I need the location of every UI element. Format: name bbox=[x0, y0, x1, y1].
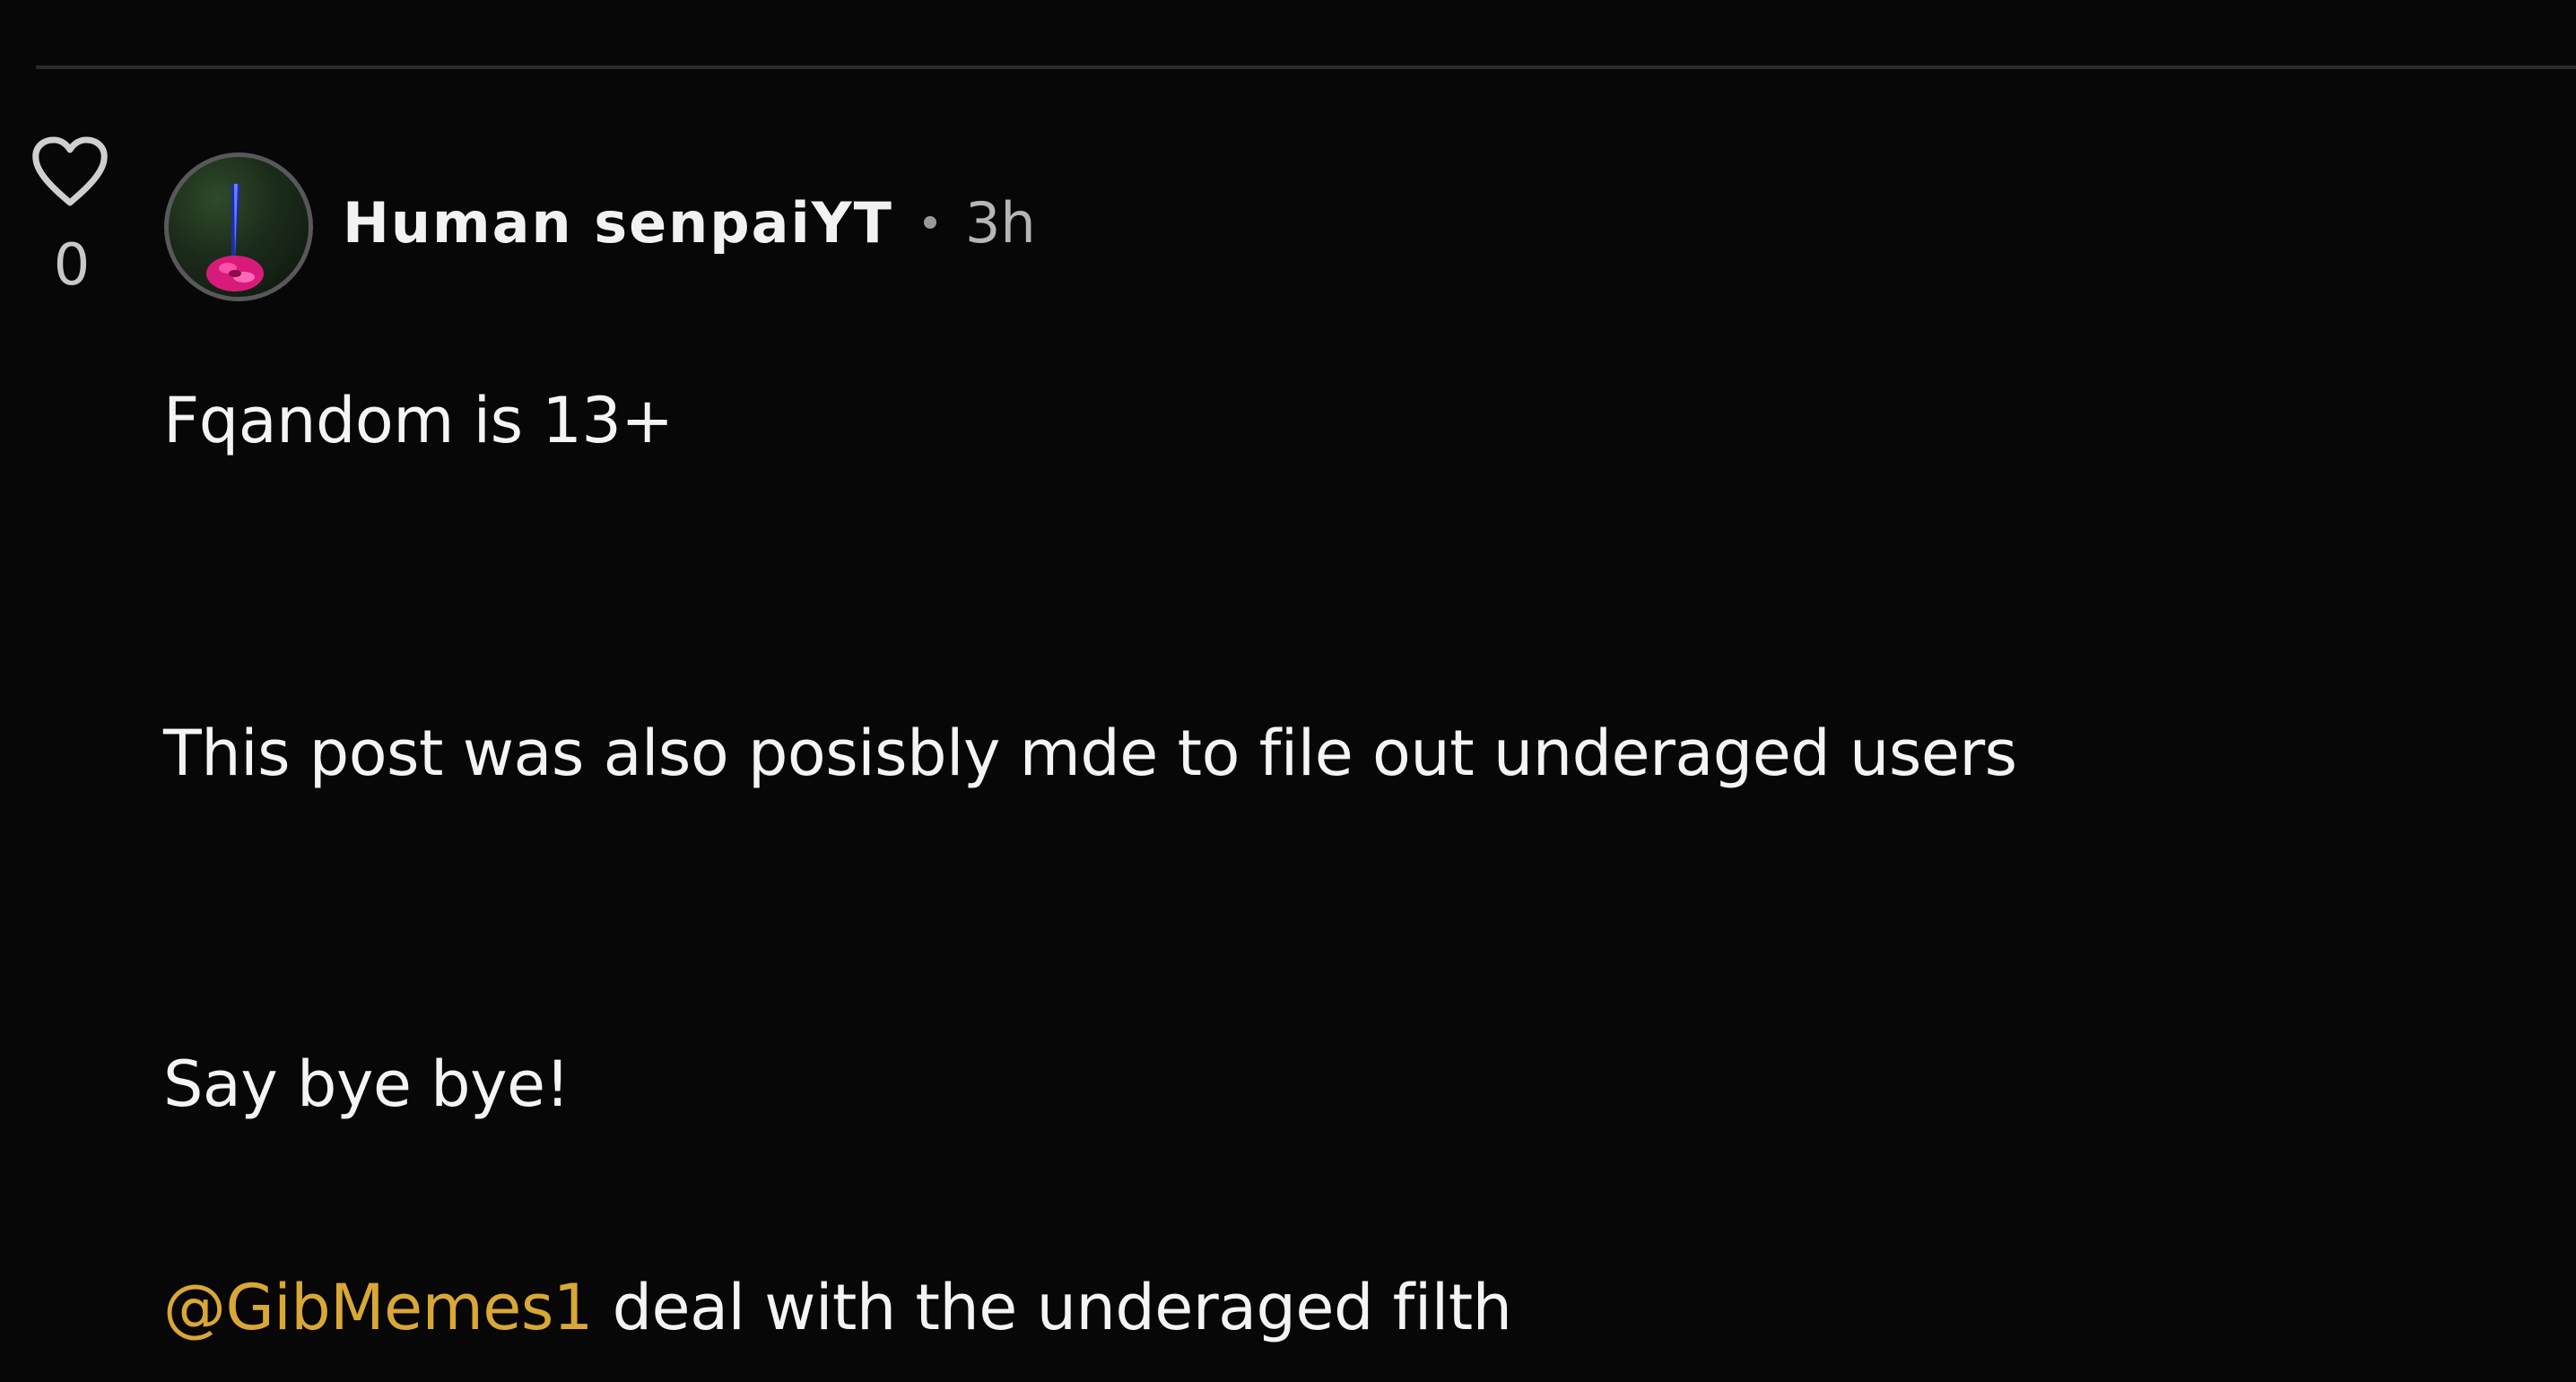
post-line-1: Fqandom is 13+ bbox=[163, 384, 674, 457]
post-time: 3h bbox=[964, 189, 1036, 256]
user-mention-link[interactable]: @GibMemes1 bbox=[163, 1271, 593, 1344]
post-header: Human senpaiYT 3h bbox=[343, 185, 1036, 260]
avatar-image bbox=[169, 157, 309, 297]
heart-icon[interactable] bbox=[30, 136, 109, 208]
post-line-4-text: deal with the underaged filth bbox=[592, 1271, 1512, 1344]
author-name[interactable]: Human senpaiYT bbox=[343, 190, 893, 256]
like-count: 0 bbox=[53, 232, 91, 299]
separator-dot bbox=[923, 216, 936, 229]
post-line-2: This post was also posisbly mde to file … bbox=[163, 717, 2017, 790]
post-line-3: Say bye bye! bbox=[163, 1047, 570, 1121]
top-divider bbox=[36, 65, 2576, 69]
post-line-4: @GibMemes1 deal with the underaged filth bbox=[163, 1267, 1512, 1348]
avatar[interactable] bbox=[164, 152, 313, 301]
